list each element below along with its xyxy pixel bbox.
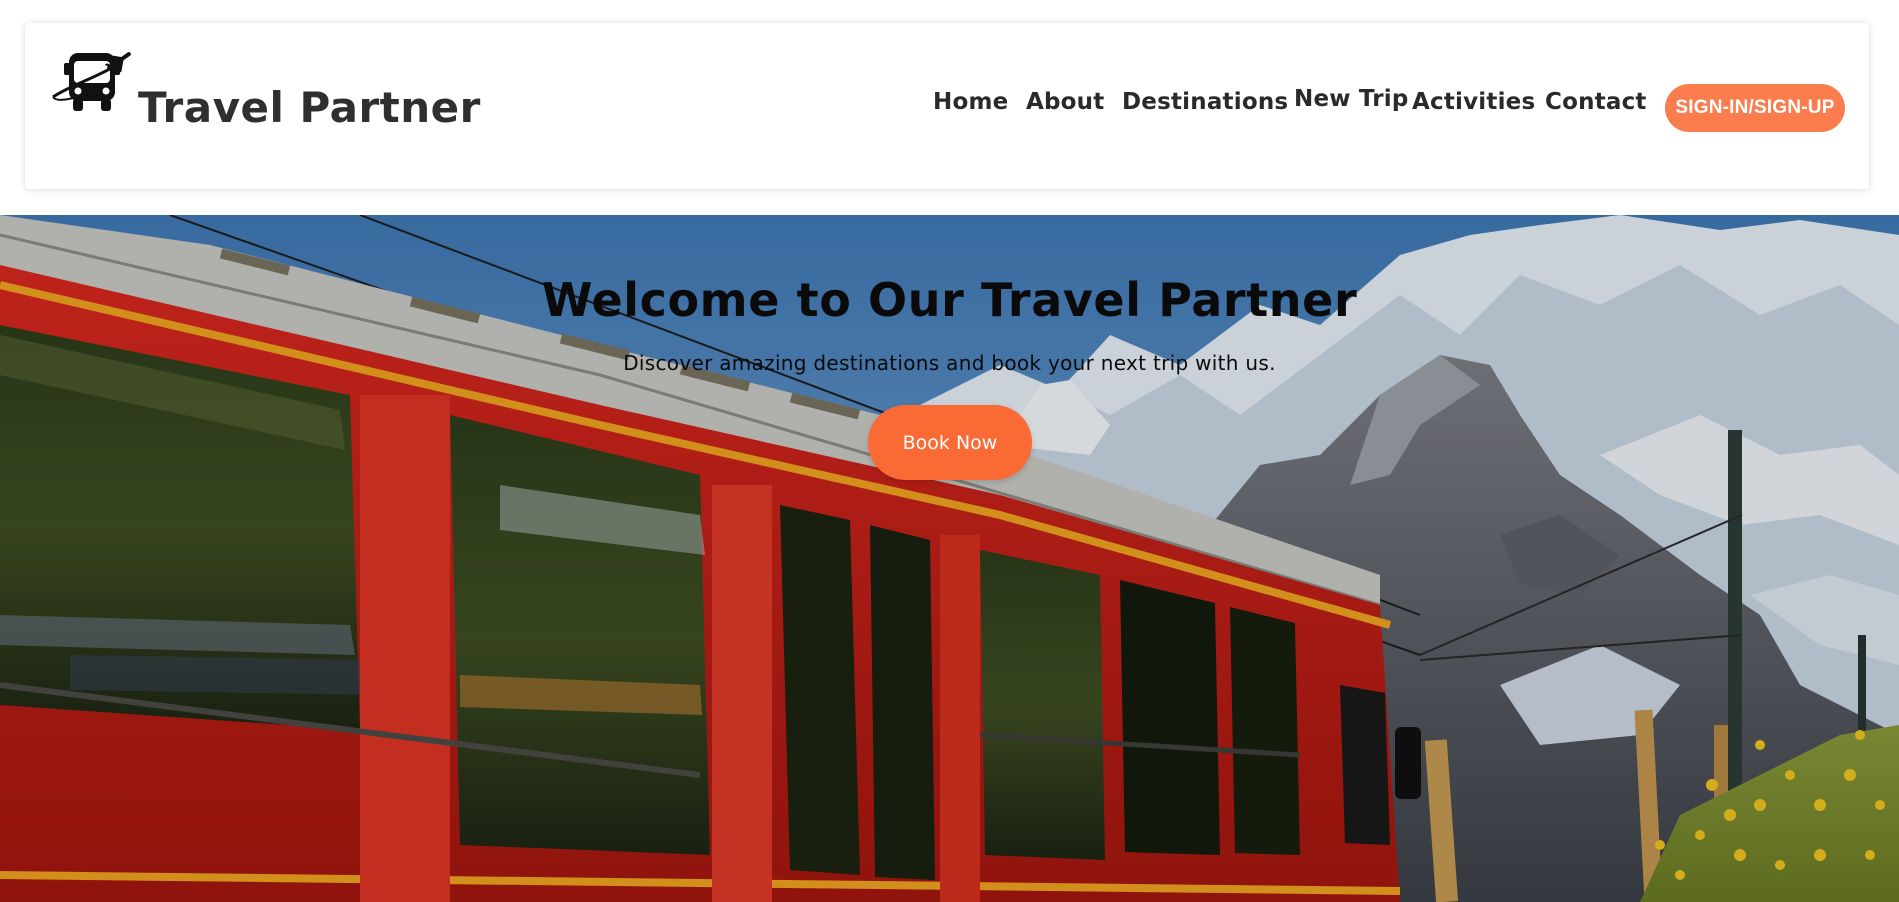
nav-home[interactable]: Home <box>933 89 1008 115</box>
nav-about[interactable]: About <box>1026 89 1104 115</box>
book-now-button[interactable]: Book Now <box>868 405 1032 480</box>
nav-new-trip[interactable]: New Trip <box>1294 86 1409 112</box>
signin-signup-button[interactable]: SIGN-IN/SIGN-UP <box>1665 84 1845 132</box>
nav-activities[interactable]: Activities <box>1412 89 1535 115</box>
main-nav: Home About Destinations New Trip Activit… <box>25 86 1869 129</box>
nav-contact[interactable]: Contact <box>1545 89 1647 115</box>
hero-subtitle: Discover amazing destinations and book y… <box>623 351 1276 375</box>
site-header: Travel Partner Home About Destinations N… <box>25 23 1869 189</box>
hero-title: Welcome to Our Travel Partner <box>541 273 1358 327</box>
hero-section: Welcome to Our Travel Partner Discover a… <box>0 215 1899 902</box>
nav-destinations[interactable]: Destinations <box>1122 89 1288 115</box>
